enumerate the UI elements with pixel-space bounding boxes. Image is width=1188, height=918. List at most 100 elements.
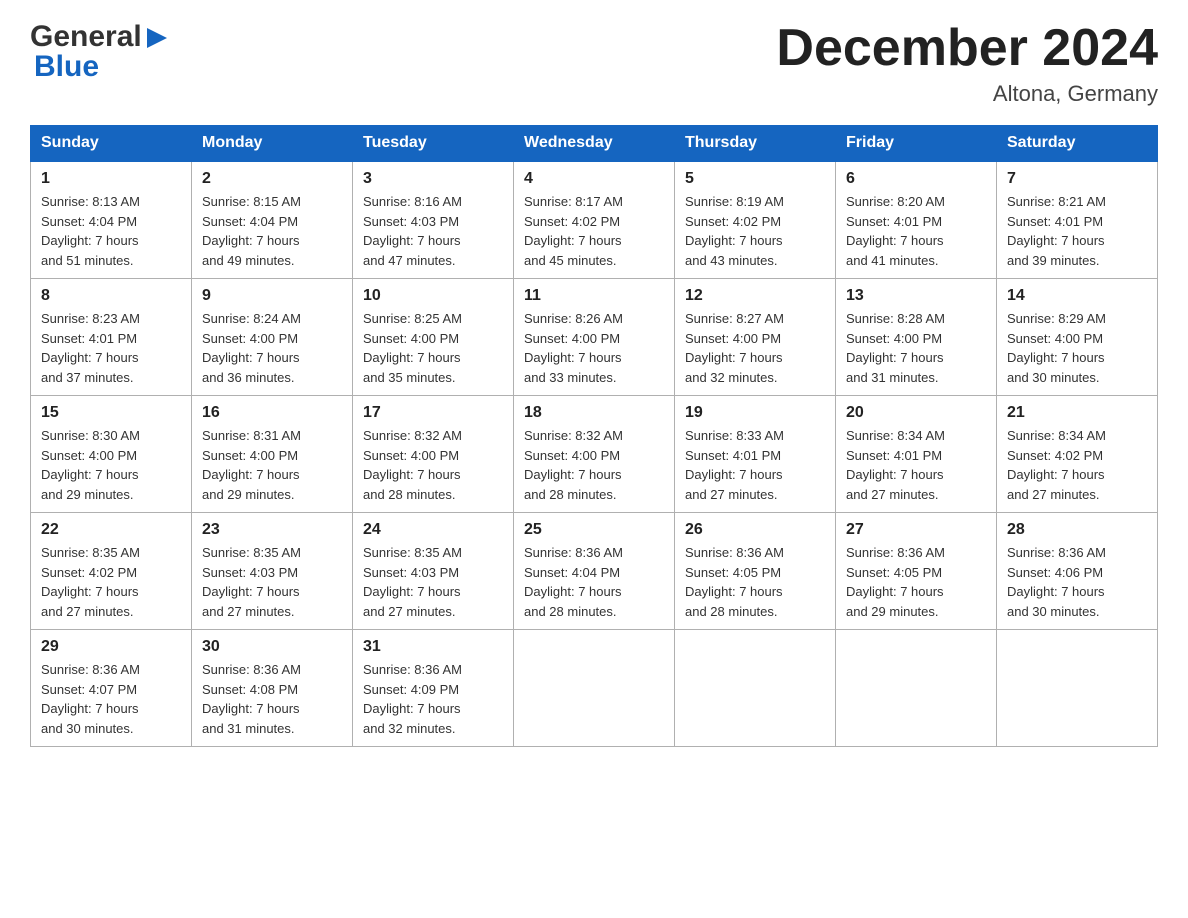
day-cell-22: 22 Sunrise: 8:35 AM Sunset: 4:02 PM Dayli… <box>31 513 192 630</box>
day-info: Sunrise: 8:36 AM Sunset: 4:08 PM Dayligh… <box>202 660 342 738</box>
logo: General Blue <box>30 20 171 84</box>
day-info: Sunrise: 8:35 AM Sunset: 4:02 PM Dayligh… <box>41 543 181 621</box>
day-cell-8: 8Sunrise: 8:23 AM Sunset: 4:01 PM Daylig… <box>31 279 192 396</box>
day-info: Sunrise: 8:33 AM Sunset: 4:01 PM Dayligh… <box>685 426 825 504</box>
day-cell-2: 2 Sunrise: 8:15 AM Sunset: 4:04 PM Daylig… <box>192 161 353 279</box>
day-info: Sunrise: 8:13 AM Sunset: 4:04 PM Dayligh… <box>41 192 181 270</box>
day-number: 15 <box>41 404 181 422</box>
day-info: Sunrise: 8:16 AM Sunset: 4:03 PM Dayligh… <box>363 192 503 270</box>
day-cell-29: 29 Sunrise: 8:36 AM Sunset: 4:07 PM Dayli… <box>31 630 192 747</box>
day-number: 18 <box>524 404 664 422</box>
day-cell-14: 14 Sunrise: 8:29 AM Sunset: 4:00 PM Dayli… <box>997 279 1158 396</box>
day-cell-12: 12 Sunrise: 8:27 AM Sunset: 4:00 PM Dayli… <box>675 279 836 396</box>
day-cell-13: 13 Sunrise: 8:28 AM Sunset: 4:00 PM Dayli… <box>836 279 997 396</box>
day-info: Sunrise: 8:36 AM Sunset: 4:05 PM Dayligh… <box>685 543 825 621</box>
day-number: 29 <box>41 638 181 656</box>
day-cell-31: 31Sunrise: 8:36 AM Sunset: 4:09 PM Dayli… <box>353 630 514 747</box>
empty-cell <box>514 630 675 747</box>
weekday-header-tuesday: Tuesday <box>353 126 514 162</box>
day-number: 14 <box>1007 287 1147 305</box>
day-number: 4 <box>524 170 664 188</box>
day-number: 28 <box>1007 521 1147 539</box>
day-number: 13 <box>846 287 986 305</box>
day-number: 10 <box>363 287 503 305</box>
day-info: Sunrise: 8:21 AM Sunset: 4:01 PM Dayligh… <box>1007 192 1147 270</box>
day-number: 16 <box>202 404 342 422</box>
day-number: 30 <box>202 638 342 656</box>
day-number: 12 <box>685 287 825 305</box>
day-cell-5: 5Sunrise: 8:19 AM Sunset: 4:02 PM Daylig… <box>675 161 836 279</box>
day-info: Sunrise: 8:15 AM Sunset: 4:04 PM Dayligh… <box>202 192 342 270</box>
day-number: 27 <box>846 521 986 539</box>
day-info: Sunrise: 8:28 AM Sunset: 4:00 PM Dayligh… <box>846 309 986 387</box>
day-number: 6 <box>846 170 986 188</box>
day-number: 20 <box>846 404 986 422</box>
day-number: 11 <box>524 287 664 305</box>
day-cell-19: 19Sunrise: 8:33 AM Sunset: 4:01 PM Dayli… <box>675 396 836 513</box>
day-cell-6: 6 Sunrise: 8:20 AM Sunset: 4:01 PM Daylig… <box>836 161 997 279</box>
day-cell-23: 23Sunrise: 8:35 AM Sunset: 4:03 PM Dayli… <box>192 513 353 630</box>
weekday-header-monday: Monday <box>192 126 353 162</box>
day-cell-24: 24Sunrise: 8:35 AM Sunset: 4:03 PM Dayli… <box>353 513 514 630</box>
day-info: Sunrise: 8:35 AM Sunset: 4:03 PM Dayligh… <box>363 543 503 621</box>
day-cell-11: 11 Sunrise: 8:26 AM Sunset: 4:00 PM Dayli… <box>514 279 675 396</box>
day-info: Sunrise: 8:30 AM Sunset: 4:00 PM Dayligh… <box>41 426 181 504</box>
day-number: 23 <box>202 521 342 539</box>
day-number: 17 <box>363 404 503 422</box>
day-info: Sunrise: 8:31 AM Sunset: 4:00 PM Dayligh… <box>202 426 342 504</box>
day-info: Sunrise: 8:36 AM Sunset: 4:07 PM Dayligh… <box>41 660 181 738</box>
page-header: General Blue December 2024 Altona, Germa… <box>30 20 1158 107</box>
day-info: Sunrise: 8:36 AM Sunset: 4:06 PM Dayligh… <box>1007 543 1147 621</box>
day-cell-27: 27Sunrise: 8:36 AM Sunset: 4:05 PM Dayli… <box>836 513 997 630</box>
weekday-header-row: SundayMondayTuesdayWednesdayThursdayFrid… <box>31 126 1158 162</box>
week-row-2: 8Sunrise: 8:23 AM Sunset: 4:01 PM Daylig… <box>31 279 1158 396</box>
day-number: 22 <box>41 521 181 539</box>
day-cell-7: 7 Sunrise: 8:21 AM Sunset: 4:01 PM Daylig… <box>997 161 1158 279</box>
day-info: Sunrise: 8:34 AM Sunset: 4:01 PM Dayligh… <box>846 426 986 504</box>
weekday-header-thursday: Thursday <box>675 126 836 162</box>
day-cell-28: 28 Sunrise: 8:36 AM Sunset: 4:06 PM Dayli… <box>997 513 1158 630</box>
day-cell-25: 25 Sunrise: 8:36 AM Sunset: 4:04 PM Dayli… <box>514 513 675 630</box>
logo-triangle-icon <box>143 24 171 52</box>
day-cell-15: 15 Sunrise: 8:30 AM Sunset: 4:00 PM Dayli… <box>31 396 192 513</box>
day-info: Sunrise: 8:32 AM Sunset: 4:00 PM Dayligh… <box>524 426 664 504</box>
day-number: 31 <box>363 638 503 656</box>
empty-cell <box>836 630 997 747</box>
weekday-header-saturday: Saturday <box>997 126 1158 162</box>
weekday-header-sunday: Sunday <box>31 126 192 162</box>
day-cell-10: 10 Sunrise: 8:25 AM Sunset: 4:00 PM Dayli… <box>353 279 514 396</box>
weekday-header-friday: Friday <box>836 126 997 162</box>
day-cell-16: 16 Sunrise: 8:31 AM Sunset: 4:00 PM Dayli… <box>192 396 353 513</box>
day-info: Sunrise: 8:20 AM Sunset: 4:01 PM Dayligh… <box>846 192 986 270</box>
month-title: December 2024 <box>776 20 1158 77</box>
day-info: Sunrise: 8:26 AM Sunset: 4:00 PM Dayligh… <box>524 309 664 387</box>
week-row-4: 22 Sunrise: 8:35 AM Sunset: 4:02 PM Dayli… <box>31 513 1158 630</box>
day-info: Sunrise: 8:32 AM Sunset: 4:00 PM Dayligh… <box>363 426 503 504</box>
day-number: 1 <box>41 170 181 188</box>
day-cell-17: 17 Sunrise: 8:32 AM Sunset: 4:00 PM Dayli… <box>353 396 514 513</box>
day-info: Sunrise: 8:36 AM Sunset: 4:04 PM Dayligh… <box>524 543 664 621</box>
day-cell-9: 9Sunrise: 8:24 AM Sunset: 4:00 PM Daylig… <box>192 279 353 396</box>
day-number: 2 <box>202 170 342 188</box>
week-row-5: 29 Sunrise: 8:36 AM Sunset: 4:07 PM Dayli… <box>31 630 1158 747</box>
day-cell-30: 30 Sunrise: 8:36 AM Sunset: 4:08 PM Dayli… <box>192 630 353 747</box>
day-info: Sunrise: 8:27 AM Sunset: 4:00 PM Dayligh… <box>685 309 825 387</box>
day-info: Sunrise: 8:17 AM Sunset: 4:02 PM Dayligh… <box>524 192 664 270</box>
week-row-3: 15 Sunrise: 8:30 AM Sunset: 4:00 PM Dayli… <box>31 396 1158 513</box>
day-number: 25 <box>524 521 664 539</box>
week-row-1: 1 Sunrise: 8:13 AM Sunset: 4:04 PM Daylig… <box>31 161 1158 279</box>
day-cell-26: 26 Sunrise: 8:36 AM Sunset: 4:05 PM Dayli… <box>675 513 836 630</box>
title-block: December 2024 Altona, Germany <box>776 20 1158 107</box>
day-info: Sunrise: 8:29 AM Sunset: 4:00 PM Dayligh… <box>1007 309 1147 387</box>
day-number: 26 <box>685 521 825 539</box>
location: Altona, Germany <box>776 81 1158 107</box>
day-info: Sunrise: 8:23 AM Sunset: 4:01 PM Dayligh… <box>41 309 181 387</box>
day-info: Sunrise: 8:25 AM Sunset: 4:00 PM Dayligh… <box>363 309 503 387</box>
day-number: 7 <box>1007 170 1147 188</box>
logo-general-text: General <box>30 20 142 54</box>
day-info: Sunrise: 8:34 AM Sunset: 4:02 PM Dayligh… <box>1007 426 1147 504</box>
empty-cell <box>997 630 1158 747</box>
day-info: Sunrise: 8:19 AM Sunset: 4:02 PM Dayligh… <box>685 192 825 270</box>
weekday-header-wednesday: Wednesday <box>514 126 675 162</box>
empty-cell <box>675 630 836 747</box>
